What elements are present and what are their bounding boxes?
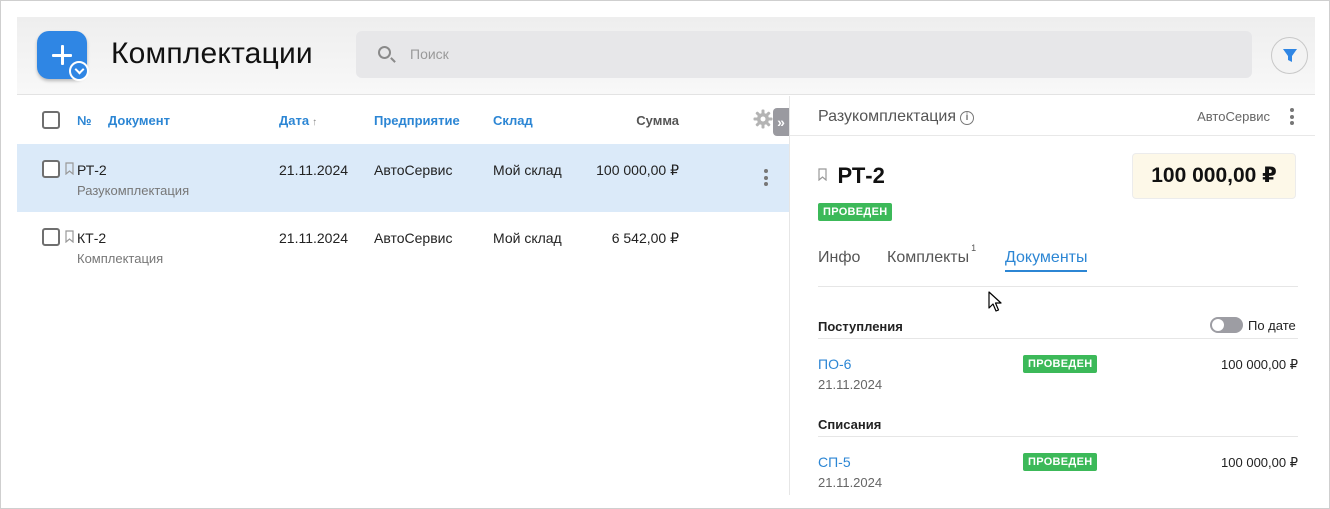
documents-list: № Документ Дата ↑ Предприятие Склад Сумма: [17, 96, 789, 495]
writeoff-status-badge: ПРОВЕДЕН: [1023, 453, 1098, 471]
column-document[interactable]: Документ: [108, 113, 170, 128]
by-date-toggle[interactable]: [1210, 317, 1243, 333]
tab-documents[interactable]: Документы: [1005, 249, 1088, 272]
row-number[interactable]: РТ-2: [77, 162, 107, 178]
detail-tabs: Инфо Комплекты 1 Документы: [818, 243, 1298, 287]
window-frame: Комплектации № Документ Дата↑ Предприяти…: [0, 0, 1330, 509]
tab-kits-label: Комплекты: [887, 249, 970, 266]
row-sum: 6 542,00 ₽: [611, 230, 679, 246]
sort-arrow-icon: ↑: [312, 117, 318, 128]
collapse-panel-button[interactable]: »: [773, 108, 789, 136]
column-warehouse[interactable]: Склад: [493, 113, 533, 128]
column-date[interactable]: Дата ↑: [279, 113, 317, 128]
more-vertical-icon[interactable]: [1290, 108, 1294, 128]
receipt-doc-sum: 100 000,00 ₽: [1221, 357, 1298, 372]
column-date-label: Дата: [279, 113, 310, 128]
filter-button[interactable]: [1271, 37, 1308, 74]
bookmark-icon[interactable]: [65, 162, 74, 175]
search-bar[interactable]: [356, 31, 1252, 78]
app: Комплектации № Документ Дата↑ Предприяти…: [17, 17, 1315, 495]
tab-kits-count: 1: [971, 243, 977, 253]
info-icon[interactable]: i: [959, 111, 974, 125]
search-icon: [378, 46, 391, 59]
row-warehouse: Мой склад: [493, 162, 562, 178]
row-type: Разукомплектация: [77, 183, 190, 198]
receipt-status-badge: ПРОВЕДЕН: [1023, 355, 1098, 373]
receipt-doc-link[interactable]: ПО-6: [818, 356, 851, 372]
bookmark-icon[interactable]: [65, 230, 74, 243]
table-row[interactable]: РТ-2 Разукомплектация 21.11.2024 АвтоСер…: [17, 144, 789, 212]
row-checkbox[interactable]: [42, 228, 60, 246]
writeoff-doc-link[interactable]: СП-5: [818, 454, 851, 470]
row-enterprise: АвтоСервис: [374, 162, 453, 178]
detail-title: РТ-2: [818, 163, 885, 189]
detail-doc-type-label: Разукомплектация: [818, 108, 956, 125]
select-all-checkbox[interactable]: [42, 111, 60, 129]
writeoff-doc-sum: 100 000,00 ₽: [1221, 455, 1298, 470]
row-date: 21.11.2024: [279, 162, 349, 178]
divider: [818, 338, 1298, 339]
plus-icon-vertical: [60, 45, 64, 65]
row-checkbox[interactable]: [42, 160, 60, 178]
table-row[interactable]: КТ-2 Комплектация 21.11.2024 АвтоСервис …: [17, 212, 789, 280]
status-badge: ПРОВЕДЕН: [818, 203, 893, 221]
row-sum: 100 000,00 ₽: [596, 162, 679, 178]
receipts-section-title: Поступления: [818, 319, 903, 334]
filter-icon: [1283, 49, 1297, 62]
detail-amount: 100 000,00 ₽: [1132, 153, 1296, 199]
detail-panel: Разукомплектация i АвтоСервис РТ-2 100 00…: [789, 96, 1315, 495]
divider: [818, 436, 1298, 437]
header: Комплектации: [17, 17, 1315, 95]
writeoffs-section-title: Списания: [818, 417, 882, 432]
mouse-cursor-icon: [988, 291, 1002, 312]
row-type: Комплектация: [77, 251, 164, 266]
bookmark-icon[interactable]: [818, 168, 827, 181]
column-enterprise[interactable]: Предприятие: [374, 113, 460, 128]
row-warehouse: Мой склад: [493, 230, 562, 246]
detail-header: Разукомплектация i АвтоСервис: [790, 96, 1315, 136]
detail-company: АвтоСервис: [1197, 109, 1270, 124]
tab-info[interactable]: Инфо: [818, 249, 860, 270]
detail-doc-type: Разукомплектация i: [818, 108, 974, 126]
chevron-down-icon[interactable]: [69, 61, 89, 81]
by-date-toggle-label: По дате: [1248, 318, 1296, 333]
detail-doc-number: РТ-2: [837, 163, 885, 188]
page-title: Комплектации: [111, 37, 313, 70]
row-date: 21.11.2024: [279, 230, 349, 246]
row-number[interactable]: КТ-2: [77, 230, 106, 246]
add-button[interactable]: [37, 31, 89, 81]
table-header: № Документ Дата ↑ Предприятие Склад Сумма: [17, 96, 789, 144]
row-enterprise: АвтоСервис: [374, 230, 453, 246]
search-input[interactable]: [410, 43, 1210, 65]
column-sum[interactable]: Сумма: [569, 113, 679, 128]
column-number[interactable]: №: [77, 113, 92, 128]
tab-kits[interactable]: Комплекты 1: [887, 243, 976, 270]
gear-icon[interactable]: [753, 109, 773, 129]
writeoff-doc-date: 21.11.2024: [818, 475, 883, 490]
receipt-doc-date: 21.11.2024: [818, 377, 883, 392]
more-vertical-icon[interactable]: [764, 169, 768, 189]
